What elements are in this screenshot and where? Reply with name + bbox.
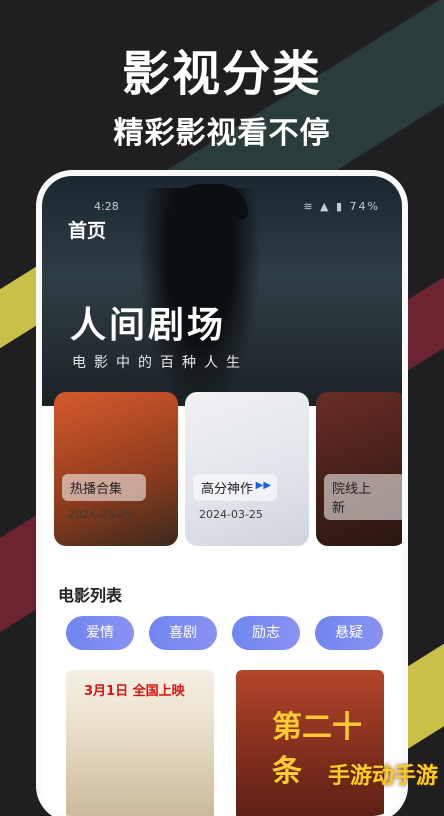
hero-title: 人间剧场 <box>70 305 227 346</box>
hero-subtitle: 电影中的百种人生 <box>72 355 248 371</box>
chip-romance[interactable]: 爱情 <box>66 616 134 650</box>
card-hot-collection[interactable]: 热播合集 2024-03-25 <box>54 392 178 546</box>
chip-comedy[interactable]: 喜剧 <box>149 616 217 650</box>
status-icons: ≋ ▲ ▮ 74% <box>303 200 380 213</box>
chip-inspirational[interactable]: 励志 <box>232 616 300 650</box>
section-title-movie-list: 电影列表 <box>58 586 123 605</box>
tab-home[interactable]: 首页 <box>68 216 106 243</box>
promo-title: 影视分类 <box>121 46 322 102</box>
movie-poster-2[interactable]: 第二十条 <box>236 670 384 816</box>
hero-hat-image <box>172 184 248 220</box>
card-date: 2024-03-25 <box>68 508 132 521</box>
card-high-score[interactable]: 高分神作 ▶▶ 2024-03-25 <box>185 392 309 546</box>
phone-screen: 4:28 ≋ ▲ ▮ 74% 首页 人间剧场 电影中的百种人生 热播合集 202… <box>42 176 402 816</box>
movie-poster-1[interactable]: 3月1日 全国上映 <box>66 670 214 816</box>
watermark-logo: 手游动手游 <box>327 764 438 789</box>
card-label: 院线上新 <box>324 474 402 520</box>
card-date: 2024-03-25 <box>199 508 263 521</box>
card-label: 高分神作 ▶▶ <box>193 474 278 501</box>
card-label: 热播合集 <box>62 474 147 501</box>
poster-release-text: 3月1日 全国上映 <box>84 684 185 699</box>
play-icon: ▶▶ <box>255 480 272 491</box>
hero-banner[interactable]: 4:28 ≋ ▲ ▮ 74% 首页 人间剧场 电影中的百种人生 <box>42 176 402 408</box>
promo-subtitle: 精彩影视看不停 <box>113 116 331 151</box>
category-cards: 热播合集 2024-03-25 高分神作 ▶▶ 2024-03-25 院线上新 <box>54 392 402 546</box>
card-new-release[interactable]: 院线上新 <box>316 392 402 546</box>
chip-suspense[interactable]: 悬疑 <box>315 616 383 650</box>
status-time: 4:28 <box>94 200 119 213</box>
